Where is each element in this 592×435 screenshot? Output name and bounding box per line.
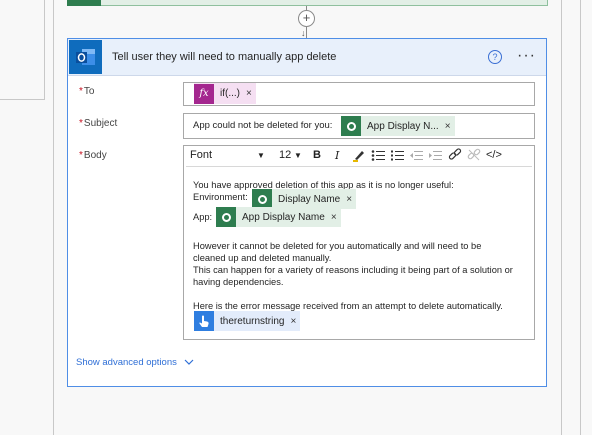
body-para2-line1: However it cannot be deleted for you aut… <box>193 241 482 251</box>
chevron-down-icon <box>184 359 193 365</box>
previous-action-icon <box>67 0 101 6</box>
show-advanced-options-link[interactable]: Show advanced options <box>76 357 194 368</box>
scope-border-right <box>561 0 562 435</box>
arrow-down-icon: ↓ <box>301 28 306 38</box>
italic-button[interactable]: I <box>335 149 339 162</box>
app-display-name-token[interactable]: App Display Name × <box>216 207 341 227</box>
environment-label: Environment: <box>193 192 248 202</box>
subject-text: App could not be deleted for you: <box>193 120 333 131</box>
environment-display-name-token[interactable]: Display Name × <box>252 189 357 209</box>
rich-text-toolbar: Font ▼ 12 ▼ B I </> <box>186 148 532 167</box>
highlight-pen-icon[interactable] <box>352 148 366 165</box>
bold-button[interactable]: B <box>313 149 321 161</box>
more-options-icon[interactable]: ··· <box>517 47 536 65</box>
body-para2-line3: This can happen for a variety of reasons… <box>193 265 513 275</box>
error-message-token[interactable]: thereturnstring × <box>194 311 301 331</box>
manual-trigger-icon <box>194 311 214 331</box>
link-icon[interactable] <box>448 148 462 165</box>
help-icon[interactable]: ? <box>488 50 502 64</box>
font-dropdown[interactable]: Font <box>190 149 212 161</box>
bulleted-list-icon[interactable] <box>371 149 385 165</box>
remove-token-icon[interactable]: × <box>290 316 300 327</box>
code-view-icon[interactable]: </> <box>486 149 502 161</box>
size-chevron-icon[interactable]: ▼ <box>294 151 302 160</box>
increase-indent-icon[interactable] <box>428 149 442 165</box>
outer-scope-border <box>580 0 581 435</box>
decrease-indent-icon[interactable] <box>409 149 423 165</box>
font-size-dropdown[interactable]: 12 <box>279 149 291 161</box>
remove-token-icon[interactable]: × <box>346 194 356 205</box>
unlink-icon[interactable] <box>467 148 481 165</box>
to-label: *To <box>79 86 95 97</box>
dataverse-icon <box>341 116 361 136</box>
dataverse-icon <box>252 189 272 209</box>
left-panel-bottom <box>0 99 45 100</box>
body-para2-line4: having dependencies. <box>193 277 284 287</box>
to-expression-token[interactable]: fx if(...) × <box>194 83 256 104</box>
dataverse-icon <box>216 207 236 227</box>
outlook-icon <box>69 40 102 74</box>
app-label: App: <box>193 212 213 222</box>
previous-action-card[interactable] <box>67 0 548 6</box>
add-step-button[interactable]: + <box>298 10 315 27</box>
font-chevron-icon[interactable]: ▼ <box>257 151 265 160</box>
card-header[interactable]: Tell user they will need to manually app… <box>68 39 546 76</box>
remove-token-icon[interactable]: × <box>445 121 455 132</box>
scope-border-left <box>53 0 54 435</box>
numbered-list-icon[interactable] <box>390 149 404 165</box>
left-panel-border <box>44 0 45 100</box>
remove-token-icon[interactable]: × <box>331 212 341 223</box>
remove-token-icon[interactable]: × <box>246 88 256 99</box>
body-para2-line2: cleaned up and deleted manually. <box>193 253 332 263</box>
card-title: Tell user they will need to manually app… <box>112 51 337 63</box>
subject-label: *Subject <box>79 118 118 129</box>
fx-icon: fx <box>194 83 214 104</box>
body-label: *Body <box>79 150 107 161</box>
subject-app-display-token[interactable]: App Display N... × <box>341 116 455 136</box>
